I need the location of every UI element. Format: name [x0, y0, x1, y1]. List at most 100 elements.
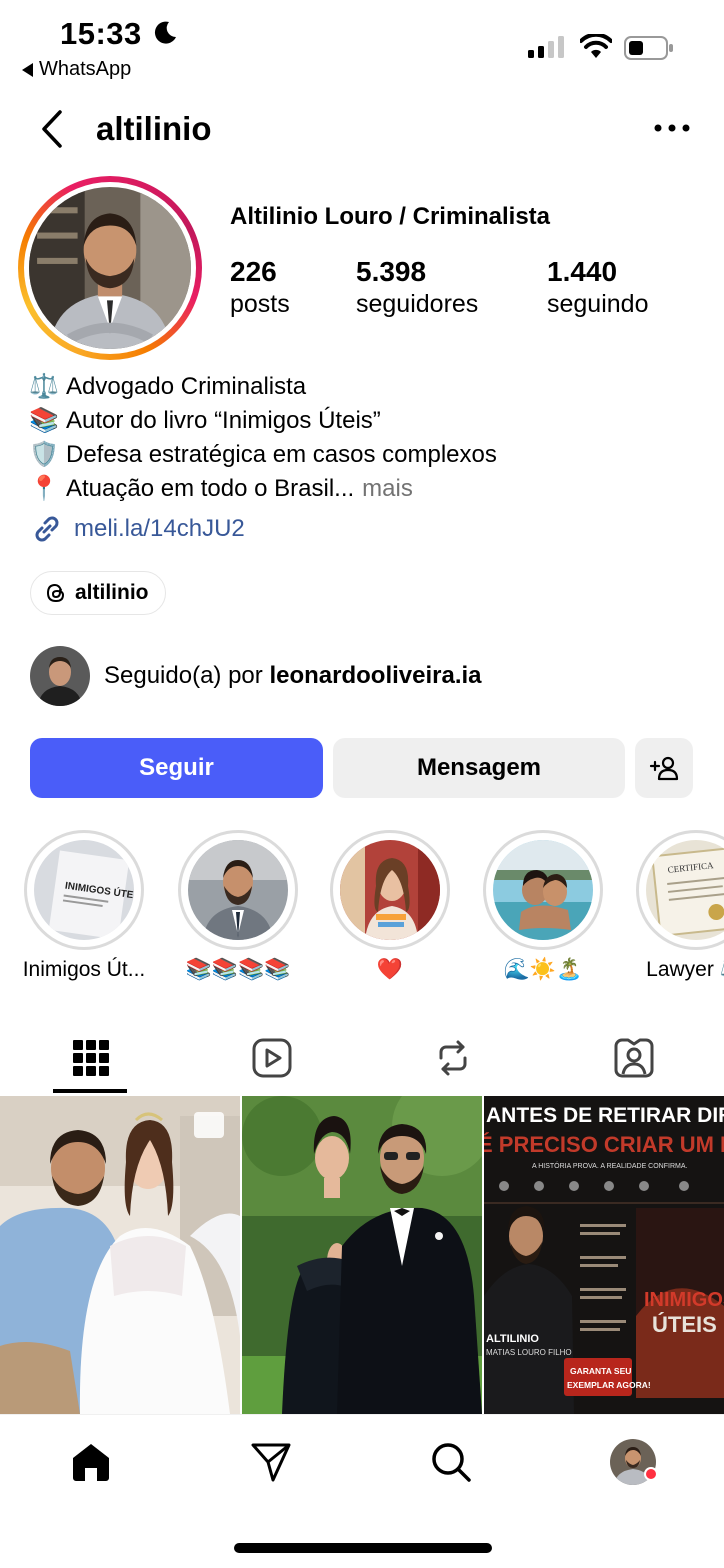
stat-followers[interactable]: 5.398 seguidores — [356, 256, 478, 319]
highlight-cover — [340, 840, 440, 940]
profile-full-name: Altilinio Louro / Criminalista — [230, 203, 551, 230]
tab-grid[interactable] — [0, 1020, 181, 1096]
moon-icon — [154, 21, 176, 44]
highlight-label: 🌊☀️🏝️ — [503, 958, 583, 981]
highlight-label: Lawyer ⚖️ — [646, 958, 724, 981]
back-app-label: WhatsApp — [39, 58, 132, 80]
follow-label: Seguir — [139, 754, 214, 781]
profile-avatar — [29, 187, 191, 349]
bio-line: 📍 Atuação em todo o Brasil... mais — [29, 472, 497, 506]
stat-posts[interactable]: 226 posts — [230, 256, 290, 319]
followed-by-prefix: Seguido(a) por — [104, 662, 270, 689]
reels-icon — [252, 1038, 291, 1078]
tagged-icon — [614, 1038, 653, 1078]
posts-count: 226 — [230, 256, 277, 287]
suggested-users-button[interactable] — [635, 738, 693, 798]
battery-icon — [624, 36, 673, 60]
highlight-item[interactable]: CERTIFICA Lawyer ⚖️ — [636, 830, 724, 981]
followed-by-avatar — [30, 646, 90, 706]
bio-text: Advogado Criminalista — [66, 373, 307, 400]
bio-text: Autor do livro “Inimigos Úteis” — [66, 407, 381, 434]
books-icon: 📚 — [29, 407, 59, 434]
post3-author2: MATIAS LOURO FILHO — [486, 1348, 572, 1357]
scales-icon: ⚖️ — [29, 373, 59, 400]
shield-icon: 🛡️ — [29, 441, 59, 468]
highlight-label: 📚📚📚📚 — [185, 958, 291, 981]
nav-search[interactable] — [426, 1437, 476, 1487]
signal-icon — [528, 36, 564, 58]
more-icon[interactable] — [652, 122, 692, 134]
add-user-icon — [649, 756, 679, 781]
highlight-item[interactable]: 🌊☀️🏝️ — [483, 830, 603, 981]
threads-icon — [46, 583, 65, 603]
followers-label: seguidores — [356, 290, 479, 318]
followed-by-text: Seguido(a) por leonardooliveira.ia — [104, 662, 482, 690]
highlight-cover: INIMIGOS ÚTEIS — [34, 840, 134, 940]
wifi-icon — [580, 34, 612, 58]
message-label: Mensagem — [416, 754, 542, 781]
back-chevron-icon[interactable] — [36, 108, 68, 150]
send-icon — [251, 1443, 291, 1482]
profile-bio: ⚖️ Advogado Criminalista 📚 Autor do livr… — [29, 370, 497, 506]
status-time: 15:33 — [60, 16, 142, 51]
active-tab-indicator — [53, 1089, 127, 1093]
profile-link-text: meli.la/14chJU2 — [74, 515, 245, 542]
threads-handle: altilinio — [75, 581, 149, 604]
status-bar: 15:33 WhatsApp — [0, 0, 724, 90]
back-to-app-link[interactable]: WhatsApp — [22, 58, 131, 81]
post3-subhead: A HISTÓRIA PROVA. A REALIDADE CONFIRMA. — [532, 1161, 688, 1170]
tab-reposts[interactable] — [362, 1020, 543, 1096]
post3-headline1: ANTES DE RETIRAR DIREITOS, — [486, 1104, 724, 1127]
bio-line: 🛡️ Defesa estratégica em casos complexos — [29, 438, 497, 472]
link-icon — [35, 516, 59, 542]
following-count: 1.440 — [547, 256, 618, 287]
post3-cta2: EXEMPLAR AGORA! — [567, 1380, 651, 1390]
highlight-item[interactable]: INIMIGOS ÚTEIS Inimigos Út... — [23, 830, 145, 981]
post-thumbnail[interactable] — [242, 1096, 482, 1414]
back-triangle-icon — [22, 62, 33, 77]
followed-by-user[interactable]: leonardooliveira.ia — [269, 662, 481, 689]
post3-book-title2: ÚTEIS — [652, 1312, 717, 1337]
bottom-navigation — [0, 1414, 724, 1568]
bio-text: Defesa estratégica em casos complexos — [66, 441, 497, 468]
home-icon — [73, 1444, 109, 1481]
header-username: altilinio — [96, 110, 212, 147]
home-indicator — [234, 1543, 492, 1553]
bio-more-link[interactable]: mais — [362, 472, 413, 506]
post-thumbnail[interactable] — [0, 1096, 240, 1414]
message-button[interactable]: Mensagem — [333, 738, 625, 798]
posts-label: posts — [230, 290, 290, 318]
tab-tagged[interactable] — [543, 1020, 724, 1096]
profile-avatar-story-ring[interactable] — [18, 176, 202, 360]
nav-home[interactable] — [66, 1437, 116, 1487]
pin-icon: 📍 — [29, 475, 59, 502]
follow-button[interactable]: Seguir — [30, 738, 323, 798]
notification-dot — [644, 1467, 658, 1481]
highlight-cover — [188, 840, 288, 940]
bio-line: ⚖️ Advogado Criminalista — [29, 370, 497, 404]
tab-reels[interactable] — [181, 1020, 362, 1096]
highlight-label: Inimigos Út... — [22, 958, 146, 981]
post3-author1: ALTILINIO — [486, 1333, 539, 1345]
profile-header: altilinio — [0, 100, 724, 160]
threads-badge[interactable]: altilinio — [30, 571, 166, 615]
profile-link[interactable]: meli.la/14chJU2 — [30, 512, 245, 546]
bio-text: Atuação em todo o Brasil... — [66, 475, 355, 502]
followers-count: 5.398 — [356, 256, 427, 287]
posts-grid: ANTES DE RETIRAR DIREITOS, É PRECISO CRI… — [0, 1096, 724, 1414]
reposts-icon — [439, 1040, 466, 1076]
bio-line: 📚 Autor do livro “Inimigos Úteis” — [29, 404, 497, 438]
post3-headline2: É PRECISO CRIAR UM INIMIGO — [484, 1132, 724, 1157]
nav-profile[interactable] — [608, 1437, 658, 1487]
grid-icon — [72, 1040, 109, 1076]
post-thumbnail[interactable]: ANTES DE RETIRAR DIREITOS, É PRECISO CRI… — [484, 1096, 724, 1414]
stat-following[interactable]: 1.440 seguindo — [547, 256, 648, 319]
highlight-item[interactable]: 📚📚📚📚 — [178, 830, 298, 981]
following-label: seguindo — [547, 290, 649, 318]
highlight-item[interactable]: ❤️ — [330, 830, 450, 981]
followed-by-row[interactable]: Seguido(a) por leonardooliveira.ia — [30, 646, 482, 706]
highlight-cover: CERTIFICA — [646, 840, 724, 940]
profile-tabs — [0, 1020, 724, 1096]
nav-messages[interactable] — [246, 1437, 296, 1487]
highlight-label: ❤️ — [376, 958, 404, 981]
